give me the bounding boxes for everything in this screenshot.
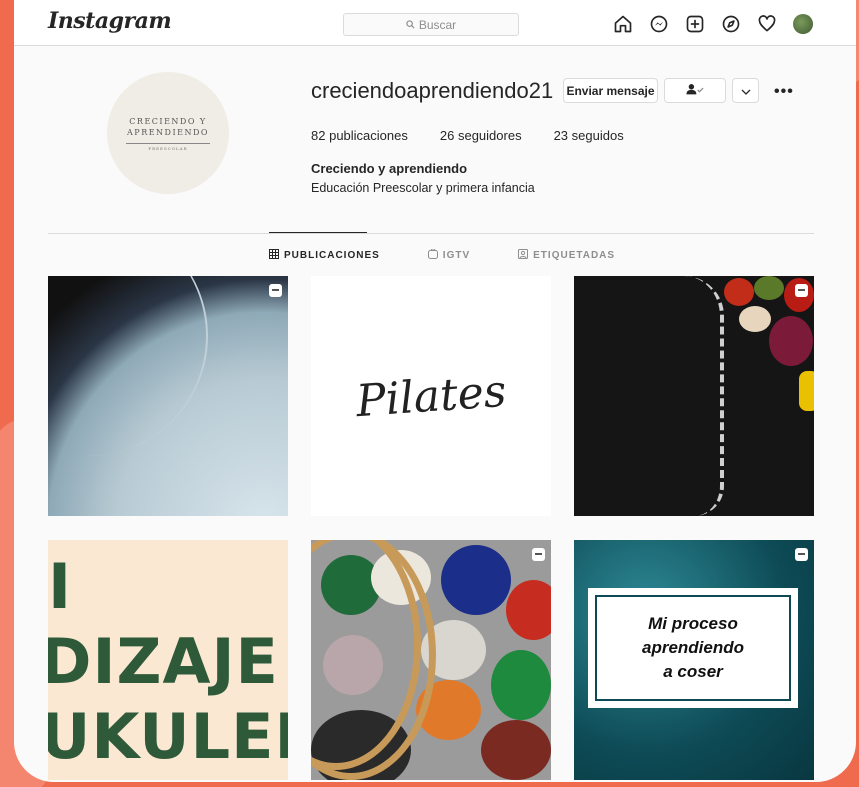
messenger-icon[interactable] (648, 13, 670, 35)
post-text-line: a coser (663, 662, 723, 681)
stat-label: publicaciones (329, 128, 408, 143)
post-text: Pilates (354, 365, 508, 427)
post-image-detail (684, 276, 724, 516)
post-image-detail (506, 580, 551, 640)
person-check-icon (686, 83, 704, 98)
post-image-detail (441, 545, 511, 615)
avatar-text-line1: CRECIENDO Y (129, 116, 207, 126)
instagram-logo[interactable]: Instagram (48, 8, 172, 34)
more-options-button[interactable]: ••• (774, 83, 794, 101)
stat-count: 23 (553, 128, 569, 143)
post-tile-6[interactable]: Mi proceso aprendiendo a coser (574, 540, 814, 780)
top-nav-bar: Instagram Buscar (14, 0, 856, 46)
stat-label: seguidores (457, 128, 522, 143)
stat-count: 26 (439, 128, 455, 143)
browser-frame: Instagram Buscar CRECIENDO Y APRENDIENDO… (14, 0, 856, 782)
following-button[interactable] (664, 78, 726, 103)
video-badge-icon (532, 548, 545, 561)
post-image-detail (48, 276, 208, 456)
tagged-icon (518, 249, 529, 262)
post-text-frame: Mi proceso aprendiendo a coser (595, 595, 791, 701)
post-image-detail (491, 650, 551, 720)
post-tile-2[interactable]: Pilates (311, 276, 551, 516)
tab-label: IGTV (442, 250, 471, 261)
home-icon[interactable] (612, 13, 634, 35)
chevron-down-icon (741, 84, 751, 98)
profile-bio: Educación Preescolar y primera infancia (311, 181, 535, 195)
avatar-text-line2: APRENDIENDO (127, 127, 209, 137)
avatar-text-sub: PREESCOLAR (148, 145, 188, 151)
post-text-line: Mi proceso (648, 614, 738, 633)
search-icon (406, 18, 415, 32)
profile-avatar-large[interactable]: CRECIENDO Y APRENDIENDO PREESCOLAR (107, 72, 229, 194)
explore-icon[interactable] (720, 13, 742, 35)
new-post-icon[interactable] (684, 13, 706, 35)
profile-stats: 82 publicaciones 26 seguidores 23 seguid… (311, 128, 624, 143)
profile-tabs: PUBLICACIONES IGTV ETIQUETADAS (269, 248, 615, 262)
avatar-divider (126, 142, 210, 144)
search-input[interactable]: Buscar (343, 13, 519, 36)
post-image-detail (724, 278, 754, 306)
tab-igtv[interactable]: IGTV (427, 248, 471, 262)
post-text-box: Mi proceso aprendiendo a coser (588, 588, 798, 708)
video-badge-icon (795, 548, 808, 561)
tab-publicaciones[interactable]: PUBLICACIONES (269, 249, 380, 262)
tab-label: ETIQUETADAS (533, 250, 616, 261)
post-image-detail (739, 306, 771, 332)
avatar (793, 14, 813, 34)
active-tab-indicator (269, 232, 367, 233)
post-tile-3[interactable] (574, 276, 814, 516)
post-image-detail (769, 316, 813, 366)
stat-following[interactable]: 23 seguidos (554, 128, 624, 143)
post-text-line: I (48, 550, 73, 623)
video-badge-icon (795, 284, 808, 297)
search-placeholder: Buscar (418, 17, 457, 32)
stat-followers[interactable]: 26 seguidores (440, 128, 522, 143)
stat-label: seguidos (571, 128, 624, 143)
stat-posts: 82 publicaciones (311, 128, 408, 143)
video-badge-icon (269, 284, 282, 297)
tabs-divider (48, 233, 814, 234)
tab-etiquetadas[interactable]: ETIQUETADAS (518, 249, 615, 262)
post-tile-1[interactable] (48, 276, 288, 516)
profile-avatar[interactable] (792, 13, 814, 35)
post-image-detail (799, 371, 814, 411)
tab-label: PUBLICACIONES (284, 250, 380, 261)
stat-count: 82 (311, 128, 326, 143)
nav-icons (612, 13, 814, 35)
profile-username: creciendoaprendiendo21 (311, 78, 554, 103)
suggestions-dropdown-button[interactable] (732, 78, 759, 103)
post-image-detail (311, 540, 436, 780)
post-text-line: UKULELI (48, 700, 288, 773)
post-image-detail (754, 276, 784, 300)
post-tile-5[interactable] (311, 540, 551, 780)
profile-display-name: Creciendo y aprendiendo (311, 161, 468, 176)
post-text-line: aprendiendo (641, 638, 744, 657)
post-tile-4[interactable]: I DIZAJE UKULELI (48, 540, 288, 780)
activity-heart-icon[interactable] (756, 13, 778, 35)
grid-icon (269, 249, 279, 262)
send-message-button[interactable]: Enviar mensaje (563, 78, 658, 103)
post-image-detail (481, 720, 551, 780)
igtv-icon (427, 248, 438, 262)
post-text-line: DIZAJE (48, 625, 279, 698)
